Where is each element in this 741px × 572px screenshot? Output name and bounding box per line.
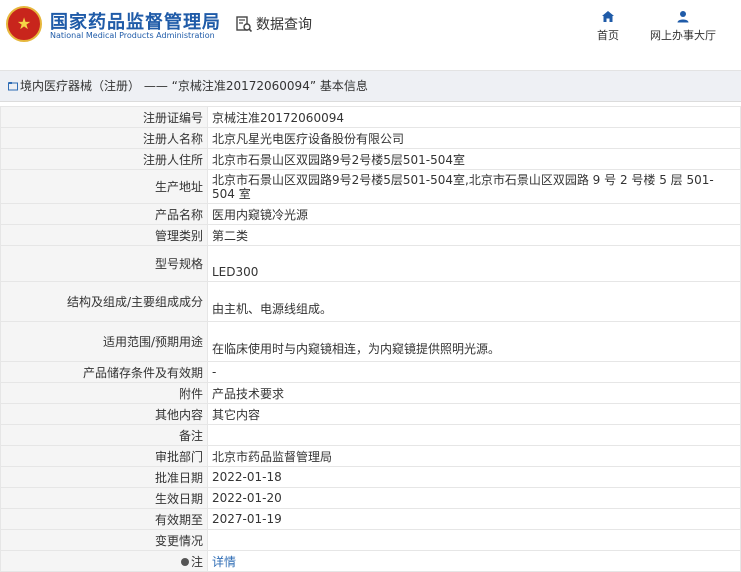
- field-label: 备注: [0, 424, 208, 446]
- field-value: 北京市石景山区双园路9号2号楼5层501-504室: [207, 148, 741, 170]
- field-label: 适用范围/预期用途: [0, 321, 208, 362]
- field-value: 第二类: [207, 224, 741, 246]
- field-label: 生效日期: [0, 487, 208, 509]
- table-row: 注 详情: [0, 550, 741, 572]
- data-query-link[interactable]: 数据查询: [236, 14, 312, 34]
- breadcrumb-text: 境内医疗器械（注册） —— “京械注准20172060094” 基本信息: [20, 79, 368, 93]
- table-row: 有效期至 2027-01-19: [0, 508, 741, 530]
- field-value: 2027-01-19: [207, 508, 741, 530]
- field-label: 变更情况: [0, 529, 208, 551]
- nav-online-label: 网上办事大厅: [650, 29, 716, 42]
- emblem-logo: [6, 6, 42, 42]
- details-link[interactable]: 详情: [212, 555, 236, 569]
- table-row: 型号规格 LED300: [0, 245, 741, 282]
- brand-name-en: National Medical Products Administration: [50, 31, 215, 40]
- field-value: 医用内窥镜冷光源: [207, 203, 741, 225]
- field-label: 其他内容: [0, 403, 208, 425]
- field-label: 产品名称: [0, 203, 208, 225]
- field-value: LED300: [207, 245, 741, 282]
- field-value: 2022-01-20: [207, 487, 741, 509]
- detail-table: 注册证编号 京械注准20172060094 注册人名称 北京凡星光电医疗设备股份…: [0, 106, 741, 572]
- user-icon: [677, 11, 689, 23]
- table-row: 注册人住所 北京市石景山区双园路9号2号楼5层501-504室: [0, 148, 741, 170]
- field-value: 北京凡星光电医疗设备股份有限公司: [207, 127, 741, 149]
- table-row: 生效日期 2022-01-20: [0, 487, 741, 509]
- table-row: 备注: [0, 424, 741, 446]
- data-query-label: 数据查询: [256, 17, 312, 33]
- nav-home-label: 首页: [597, 29, 619, 42]
- nav-home[interactable]: 首页: [597, 10, 619, 43]
- site-header: 国家药品监督管理局 National Medical Products Admi…: [0, 0, 741, 58]
- field-label: 生产地址: [0, 169, 208, 204]
- field-value: 其它内容: [207, 403, 741, 425]
- field-value: -: [207, 361, 741, 383]
- nav-online-hall[interactable]: 网上办事大厅: [650, 10, 716, 43]
- field-label: 注册人住所: [0, 148, 208, 170]
- table-row: 生产地址 北京市石景山区双园路9号2号楼5层501-504室,北京市石景山区双园…: [0, 169, 741, 204]
- table-row: 管理类别 第二类: [0, 224, 741, 246]
- field-value: [207, 529, 741, 551]
- table-row: 结构及组成/主要组成成分 由主机、电源线组成。: [0, 281, 741, 322]
- header-divider: [0, 58, 741, 71]
- table-row: 注册证编号 京械注准20172060094: [0, 106, 741, 128]
- field-label: 注: [190, 554, 203, 569]
- table-row: 审批部门 北京市药品监督管理局: [0, 445, 741, 467]
- field-value: 由主机、电源线组成。: [207, 281, 741, 322]
- table-row: 变更情况: [0, 529, 741, 551]
- folder-icon: [8, 82, 18, 91]
- field-value: 京械注准20172060094: [207, 106, 741, 128]
- search-document-icon: [236, 16, 252, 32]
- field-label: 注册人名称: [0, 127, 208, 149]
- home-icon: [602, 11, 614, 22]
- field-value: 在临床使用时与内窥镜相连，为内窥镜提供照明光源。: [207, 321, 741, 362]
- table-row: 其他内容 其它内容: [0, 403, 741, 425]
- field-value: 北京市石景山区双园路9号2号楼5层501-504室,北京市石景山区双园路 9 号…: [207, 169, 741, 204]
- table-row: 注册人名称 北京凡星光电医疗设备股份有限公司: [0, 127, 741, 149]
- field-label: 型号规格: [0, 245, 208, 282]
- field-label: 批准日期: [0, 466, 208, 488]
- table-row: 批准日期 2022-01-18: [0, 466, 741, 488]
- breadcrumb: 境内医疗器械（注册） —— “京械注准20172060094” 基本信息: [0, 71, 741, 102]
- field-label: 注册证编号: [0, 106, 208, 128]
- field-label: 审批部门: [0, 445, 208, 467]
- field-label: 有效期至: [0, 508, 208, 530]
- field-value: [207, 424, 741, 446]
- table-row: 产品名称 医用内窥镜冷光源: [0, 203, 741, 225]
- field-value: 北京市药品监督管理局: [207, 445, 741, 467]
- field-label: 产品储存条件及有效期: [0, 361, 208, 383]
- note-icon: [180, 557, 189, 566]
- note-label-cell: 注: [0, 550, 208, 572]
- table-row: 附件 产品技术要求: [0, 382, 741, 404]
- field-label: 管理类别: [0, 224, 208, 246]
- field-value: 产品技术要求: [207, 382, 741, 404]
- table-row: 产品储存条件及有效期 -: [0, 361, 741, 383]
- field-value: 2022-01-18: [207, 466, 741, 488]
- table-row: 适用范围/预期用途 在临床使用时与内窥镜相连，为内窥镜提供照明光源。: [0, 321, 741, 362]
- field-label: 结构及组成/主要组成成分: [0, 281, 208, 322]
- field-label: 附件: [0, 382, 208, 404]
- field-value: 详情: [207, 550, 741, 572]
